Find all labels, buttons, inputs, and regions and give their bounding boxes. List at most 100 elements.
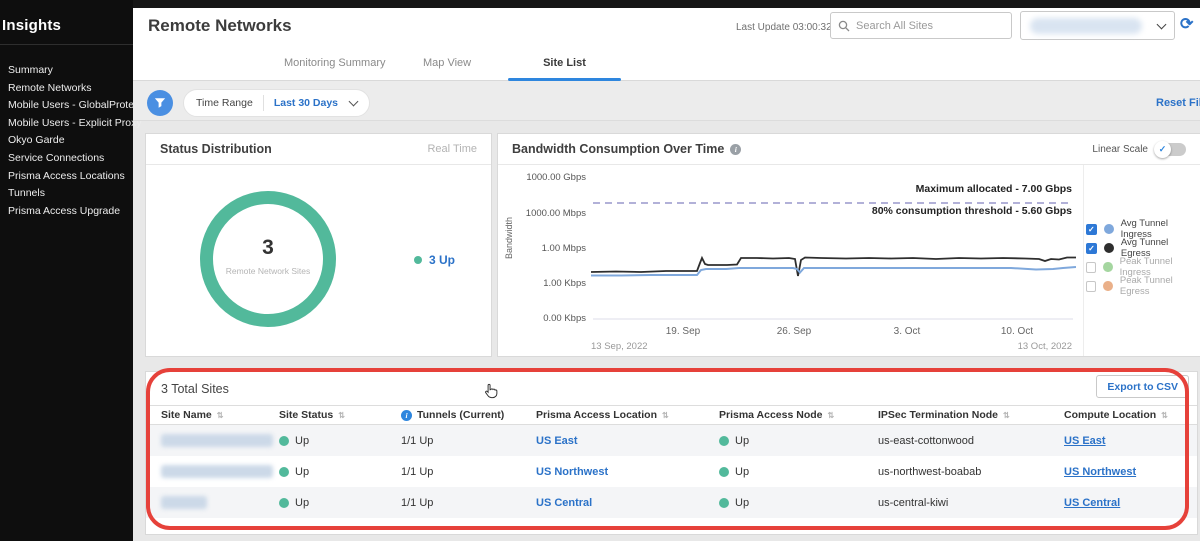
time-range-selector[interactable]: Time Range Last 30 Days (183, 89, 370, 117)
date-range-end: 13 Oct, 2022 (1018, 341, 1072, 352)
info-icon[interactable]: i (730, 144, 741, 155)
tab-site-list[interactable]: Site List (508, 44, 621, 81)
y-tick: 1000.00 Mbps (506, 208, 586, 219)
col-site-status: Site Status (279, 409, 333, 421)
tenant-dropdown[interactable] (1020, 11, 1175, 40)
redacted-site-name-link[interactable] (161, 434, 273, 447)
checkbox-icon[interactable] (1086, 224, 1097, 235)
divider (263, 95, 264, 111)
sidebar-item-prisma-access-upgrade[interactable]: Prisma Access Upgrade (8, 203, 133, 221)
pa-location-link[interactable]: US Central (536, 497, 592, 509)
search-input[interactable] (856, 20, 1004, 32)
sort-icon[interactable]: ⇅ (338, 411, 345, 420)
filter-button[interactable] (147, 90, 173, 116)
site-count: 3 (200, 236, 336, 260)
avg-tunnel-egress-line (591, 258, 1076, 277)
checkbox-icon[interactable] (1086, 281, 1096, 292)
legend-item-peak-tunnel-egress[interactable]: Peak Tunnel Egress (1086, 275, 1200, 297)
pa-node-status: Up (735, 466, 749, 478)
status-distribution-card: Status Distribution Real Time 3 Remote N… (145, 133, 492, 357)
site-count-caption: Remote Network Sites (190, 266, 346, 276)
sort-icon[interactable]: ⇅ (662, 411, 669, 420)
tunnels-value: 1/1 Up (401, 466, 536, 478)
sidebar: Insights Summary Remote Networks Mobile … (0, 0, 133, 541)
x-tick: 26. Sep (764, 326, 824, 337)
pa-node-status: Up (735, 435, 749, 447)
top-bar (0, 0, 1200, 8)
x-tick: 19. Sep (653, 326, 713, 337)
bandwidth-card-title: Bandwidth Consumption Over Time i (512, 142, 741, 156)
sidebar-item-mobile-users-globalprotect[interactable]: Mobile Users - GlobalProtect (8, 97, 133, 115)
sort-icon[interactable]: ⇅ (828, 411, 835, 420)
tunnels-value: 1/1 Up (401, 497, 536, 509)
checkbox-icon[interactable] (1086, 262, 1096, 273)
linear-scale-toggle[interactable] (1156, 143, 1186, 156)
sort-icon[interactable]: ⇅ (1003, 411, 1010, 420)
y-tick: 1000.00 Gbps (506, 172, 586, 183)
status-legend-item[interactable]: 3 Up (414, 253, 455, 267)
compute-location-link[interactable]: US Central (1064, 497, 1120, 509)
table-row[interactable]: Up 1/1 Up US Central Up us-central-kiwi … (146, 487, 1197, 518)
col-site-name: Site Name (161, 409, 212, 421)
sidebar-item-okyo-garde[interactable]: Okyo Garde (8, 132, 133, 150)
col-pa-location: Prisma Access Location (536, 409, 657, 421)
sort-icon[interactable]: ⇅ (1161, 411, 1168, 420)
y-tick: 1.00 Mbps (506, 243, 586, 254)
compute-location-link[interactable]: US Northwest (1064, 466, 1136, 478)
col-ipsec-node: IPSec Termination Node (878, 409, 998, 421)
redacted-tenant-name (1030, 18, 1142, 34)
threshold-annotation: 80% consumption threshold - 5.60 Gbps (872, 205, 1072, 217)
sidebar-item-service-connections[interactable]: Service Connections (8, 150, 133, 168)
sidebar-item-mobile-users-explicit-proxy[interactable]: Mobile Users - Explicit Proxy (8, 115, 133, 133)
sidebar-title: Insights (2, 17, 61, 34)
pa-location-link[interactable]: US Northwest (536, 466, 608, 478)
compute-location-link[interactable]: US East (1064, 435, 1106, 447)
x-tick: 3. Oct (877, 326, 937, 337)
tab-monitoring-summary[interactable]: Monitoring Summary (284, 57, 385, 69)
sites-table-card: 3 Total Sites Export to CSV Site Name⇅ S… (145, 371, 1198, 535)
refresh-icon[interactable]: ⟳ (1180, 14, 1193, 34)
tab-map-view[interactable]: Map View (423, 57, 471, 69)
up-status-dot (279, 498, 289, 508)
pa-location-link[interactable]: US East (536, 435, 578, 447)
legend-divider (1083, 165, 1084, 356)
table-row[interactable]: Up 1/1 Up US Northwest Up us-northwest-b… (146, 456, 1197, 487)
site-status: Up (295, 466, 309, 478)
redacted-site-name-link[interactable] (161, 465, 273, 478)
x-tick: 10. Oct (987, 326, 1047, 337)
col-pa-node: Prisma Access Node (719, 409, 823, 421)
up-status-dot (279, 436, 289, 446)
reset-filters-link[interactable]: Reset Filters (1156, 97, 1200, 109)
sidebar-divider (0, 44, 133, 45)
site-search[interactable] (830, 12, 1012, 39)
site-status: Up (295, 435, 309, 447)
redacted-site-name-link[interactable] (161, 496, 207, 509)
tab-site-list-label: Site List (543, 57, 586, 69)
search-icon (838, 20, 850, 32)
sidebar-item-summary[interactable]: Summary (8, 62, 133, 80)
sort-icon[interactable]: ⇅ (217, 411, 224, 420)
up-status-dot (414, 256, 422, 264)
date-range-start: 13 Sep, 2022 (591, 341, 648, 352)
ipsec-node: us-central-kiwi (878, 497, 1064, 509)
table-row[interactable]: Up 1/1 Up US East Up us-east-cottonwood … (146, 425, 1197, 456)
toggle-knob (1154, 141, 1171, 158)
time-range-value[interactable]: Last 30 Days (274, 97, 338, 109)
sidebar-item-remote-networks[interactable]: Remote Networks (8, 80, 133, 98)
pa-node-status: Up (735, 497, 749, 509)
chevron-down-icon (1157, 19, 1167, 29)
max-allocated-annotation: Maximum allocated - 7.00 Gbps (916, 183, 1072, 195)
status-card-title: Status Distribution (160, 142, 272, 156)
info-icon[interactable]: i (401, 410, 412, 421)
checkbox-icon[interactable] (1086, 243, 1097, 254)
export-to-csv-button[interactable]: Export to CSV (1096, 375, 1189, 398)
sidebar-item-prisma-access-locations[interactable]: Prisma Access Locations (8, 168, 133, 186)
real-time-badge: Real Time (427, 143, 477, 155)
sidebar-item-tunnels[interactable]: Tunnels (8, 185, 133, 203)
series-color-dot (1104, 243, 1114, 253)
tab-bar: Monitoring Summary Map View Site List (133, 44, 1200, 81)
up-status-dot (719, 498, 729, 508)
table-header-row: Site Name⇅ Site Status⇅ iTunnels (Curren… (146, 405, 1197, 425)
ipsec-node: us-northwest-boabab (878, 466, 1064, 478)
funnel-icon (154, 97, 166, 109)
